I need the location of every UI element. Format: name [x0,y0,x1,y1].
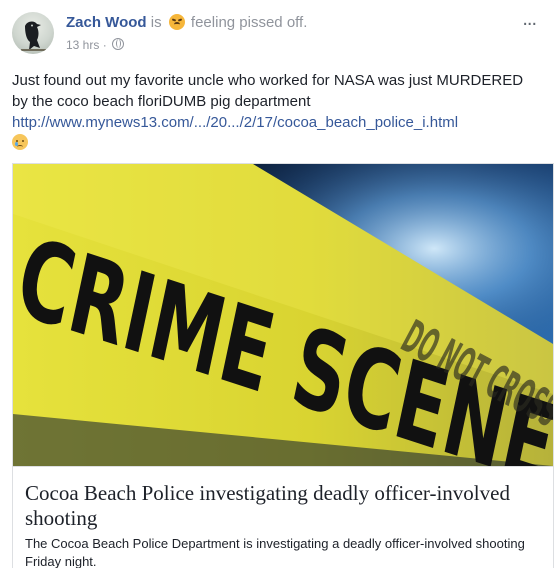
article-link[interactable]: http://www.mynews13.com/.../20.../2/17/c… [12,114,458,131]
author-name[interactable]: Zach Wood [66,14,147,31]
angry-face-icon [168,14,185,30]
sad-face-icon [12,134,28,150]
article-title[interactable]: Cocoa Beach Police investigating deadly … [25,481,535,531]
link-card-body[interactable]: Cocoa Beach Police investigating deadly … [13,466,553,568]
meta-separator: · [102,38,107,52]
more-options-button[interactable]: ... [522,9,537,29]
crime-scene-tape-image[interactable]: CRIME SCENE DO NOT CROSS [13,164,553,466]
article-description: The Cocoa Beach Police Department is inv… [25,536,525,568]
post-body: Just found out my favorite uncle who wor… [12,72,524,110]
is-word: is [150,14,162,31]
avatar[interactable] [12,12,54,54]
feeling-text: feeling pissed off. [190,14,308,31]
post-header: Zach Wood is feeling pissed off. [66,14,307,31]
link-preview-card[interactable]: CRIME SCENE DO NOT CROSS Cocoa Beach Pol… [12,163,554,568]
post-meta: 13 hrs · [66,38,125,52]
timestamp[interactable]: 13 hrs [66,38,99,52]
globe-icon[interactable] [112,38,125,50]
facebook-post: Zach Wood is feeling pissed off. 13 hrs … [0,0,556,568]
post-text: Just found out my favorite uncle who wor… [12,70,542,133]
crow-avatar-icon [21,21,46,51]
